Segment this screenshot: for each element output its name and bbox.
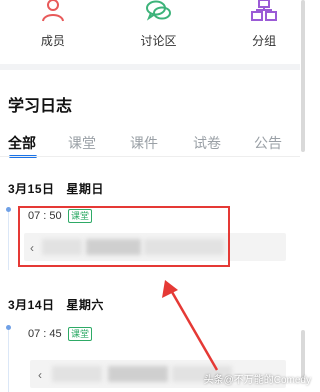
annotation-arrow bbox=[162, 280, 219, 371]
watermark: 头条@不万能的Comedy bbox=[203, 375, 311, 386]
scrollbar[interactable] bbox=[301, 0, 305, 152]
